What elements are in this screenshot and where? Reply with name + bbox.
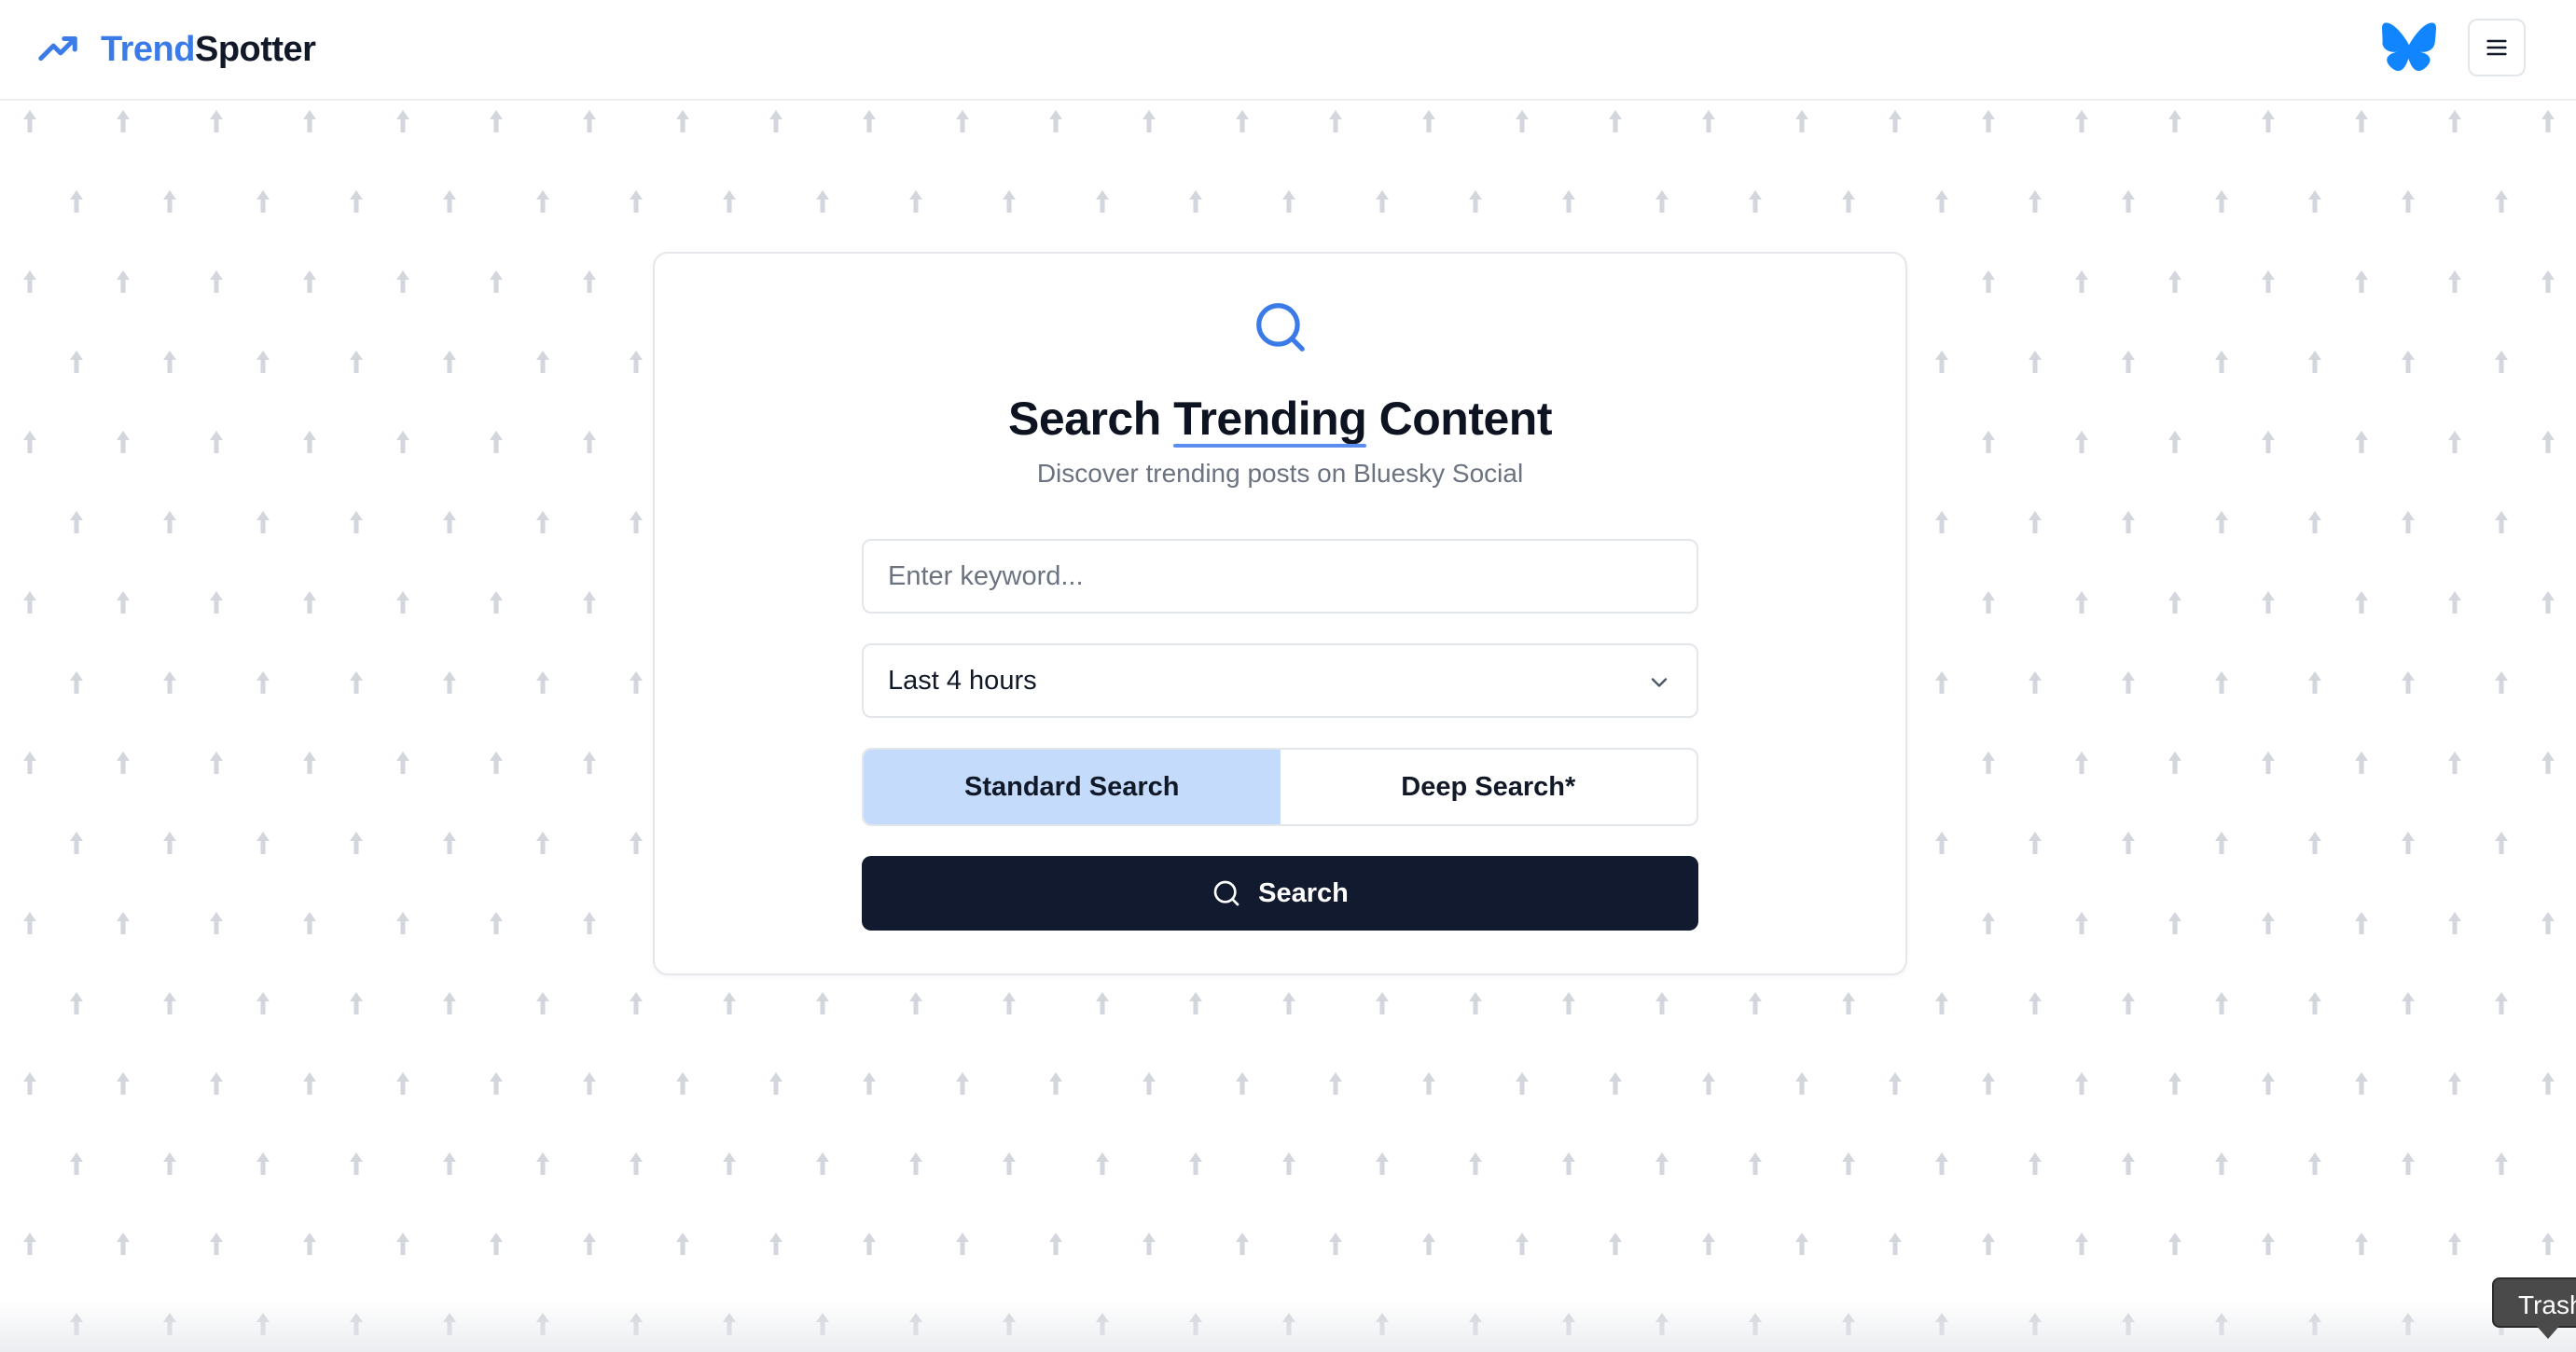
brand-logo[interactable]: TrendSpotter [37, 0, 316, 99]
trending-up-icon [38, 36, 77, 62]
title-part-content: Content [1366, 393, 1553, 445]
search-icon [1256, 303, 1305, 352]
time-range-selected-value: Last 4 hours [888, 665, 1037, 696]
tooltip-tail [2535, 1324, 2561, 1339]
search-icon [1213, 880, 1240, 906]
bottom-shadow [0, 1301, 2576, 1352]
title-part-search: Search [1007, 393, 1174, 445]
title-highlight-trending: Trending [1173, 393, 1367, 448]
search-button-label: Search [1258, 877, 1349, 908]
time-range-select[interactable]: Last 4 hours [862, 643, 1698, 718]
page: TrendSpotter Search Trending Content Dis… [0, 0, 2576, 1352]
hamburger-menu-icon [2486, 39, 2507, 56]
page-title: Search Trending Content [655, 392, 1905, 448]
chevron-down-icon [1651, 678, 1668, 687]
search-button[interactable]: Search [862, 856, 1698, 931]
menu-button[interactable] [2468, 19, 2526, 76]
search-card: Search Trending Content Discover trendin… [653, 252, 1907, 975]
standard-search-tab[interactable]: Standard Search [864, 750, 1281, 824]
deep-search-tab[interactable]: Deep Search* [1281, 750, 1697, 824]
brand-name: TrendSpotter [101, 29, 316, 70]
keyword-input[interactable] [862, 539, 1698, 614]
trash-tooltip: Trash [2492, 1277, 2576, 1328]
bluesky-butterfly-icon[interactable] [2382, 21, 2436, 73]
search-mode-toggle: Standard Search Deep Search* [862, 748, 1698, 826]
brand-name-trend: Trend [101, 29, 195, 69]
brand-name-spotter: Spotter [194, 29, 316, 69]
page-subtitle: Discover trending posts on Bluesky Socia… [1036, 459, 1524, 488]
top-navbar: TrendSpotter [0, 0, 2576, 101]
